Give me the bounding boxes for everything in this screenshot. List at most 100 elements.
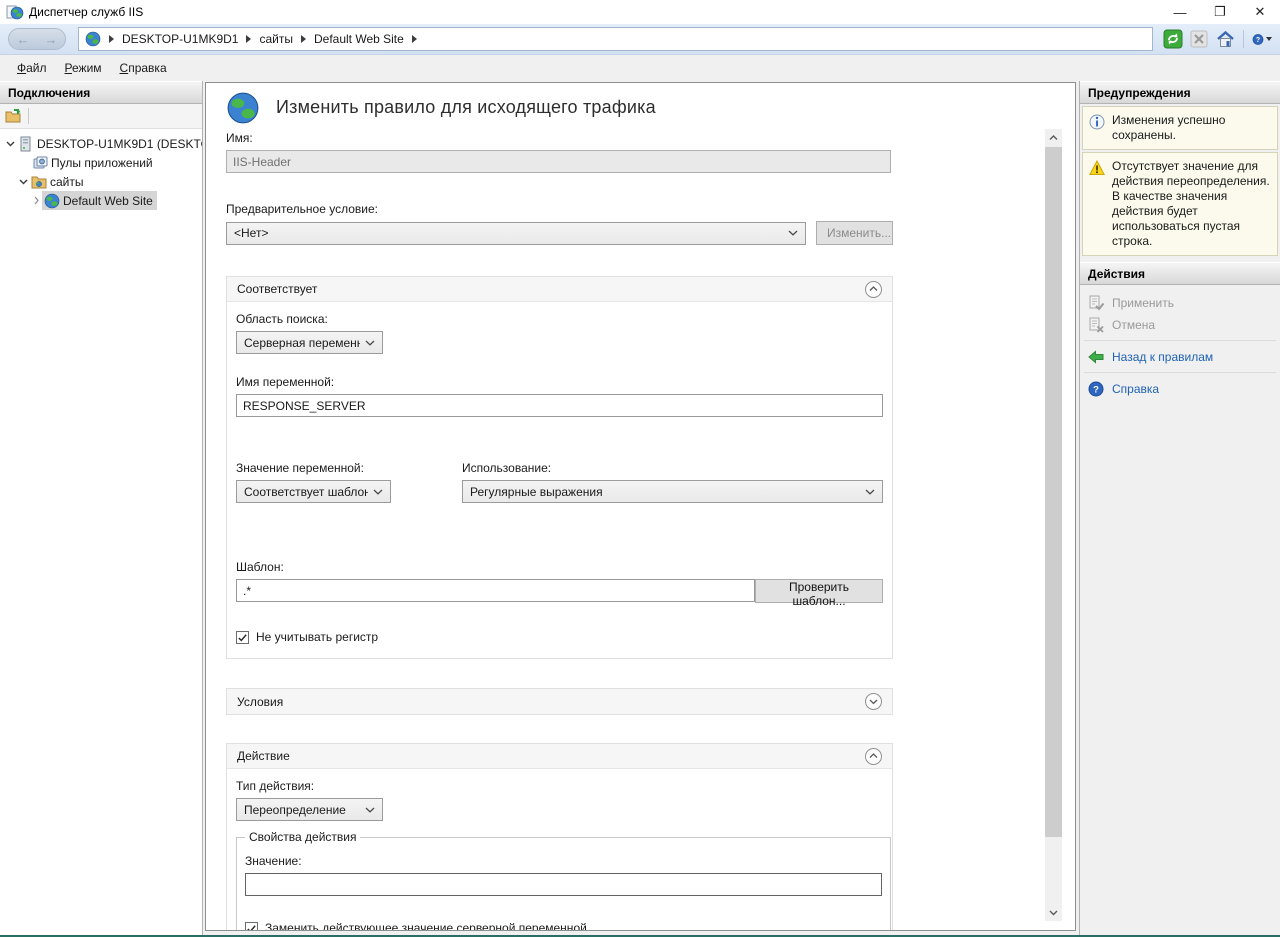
menu-file-accesskey: Ф bbox=[17, 61, 26, 75]
conditions-section-header[interactable]: Условия bbox=[227, 689, 892, 714]
menu-help[interactable]: Справка bbox=[111, 58, 176, 78]
tree-item-label: Пулы приложений bbox=[51, 156, 153, 170]
ignore-case-label: Не учитывать регистр bbox=[256, 630, 378, 644]
tree-item-default-web-site[interactable]: Default Web Site bbox=[0, 191, 202, 210]
svg-text:?: ? bbox=[1093, 384, 1099, 395]
scope-select[interactable]: Серверная переменн bbox=[236, 331, 383, 354]
expand-section-button[interactable] bbox=[865, 693, 882, 710]
usage-select[interactable]: Регулярные выражения bbox=[462, 480, 883, 503]
page-title: Изменить правило для исходящего трафика bbox=[276, 97, 656, 118]
value-label: Значение: bbox=[245, 854, 882, 868]
variable-name-field[interactable] bbox=[236, 394, 883, 417]
breadcrumb-sites[interactable]: сайты bbox=[259, 32, 293, 46]
scrollbar-thumb[interactable] bbox=[1045, 147, 1062, 837]
iis-manager-window: Диспетчер служб IIS — ❐ ✕ ← → DESKTOP-U1… bbox=[0, 0, 1280, 937]
divider bbox=[1084, 372, 1276, 373]
collapse-section-button[interactable] bbox=[865, 748, 882, 765]
precondition-value: <Нет> bbox=[234, 226, 783, 240]
breadcrumb: DESKTOP-U1MK9D1 сайты Default Web Site bbox=[78, 27, 1153, 51]
connections-toolbar bbox=[0, 104, 202, 129]
value-field[interactable] bbox=[245, 873, 882, 896]
collapse-section-button[interactable] bbox=[865, 281, 882, 298]
menu-mode[interactable]: Режим bbox=[56, 58, 111, 78]
help-button[interactable]: ? bbox=[1252, 29, 1272, 49]
edit-precondition-button[interactable]: Изменить... bbox=[816, 221, 893, 245]
stop-icon bbox=[1190, 30, 1208, 48]
action-section-header[interactable]: Действие bbox=[227, 744, 892, 769]
sites-folder-icon bbox=[31, 174, 47, 190]
refresh-icon bbox=[1163, 29, 1183, 49]
back-icon[interactable]: ← bbox=[17, 33, 30, 46]
check-icon bbox=[237, 632, 248, 643]
action-type-label: Тип действия: bbox=[236, 779, 883, 793]
chevron-down-icon bbox=[1049, 910, 1058, 916]
pattern-label: Шаблон: bbox=[236, 560, 883, 574]
chevron-down-icon[interactable] bbox=[17, 179, 29, 185]
precondition-select[interactable]: <Нет> bbox=[226, 222, 806, 245]
variable-name-label: Имя переменной: bbox=[236, 375, 883, 389]
back-forward-buttons[interactable]: ← → bbox=[8, 28, 66, 50]
app-icon bbox=[6, 4, 24, 20]
match-section-header[interactable]: Соответствует bbox=[227, 277, 892, 302]
app-pools-icon bbox=[32, 155, 48, 171]
minimize-button[interactable]: — bbox=[1160, 0, 1200, 24]
info-alert: Изменения успешно сохранены. bbox=[1082, 106, 1278, 150]
action-type-select[interactable]: Переопределение bbox=[236, 798, 383, 821]
apply-icon bbox=[1088, 295, 1104, 311]
cancel-icon bbox=[1088, 317, 1104, 333]
restore-button[interactable]: ❐ bbox=[1200, 0, 1240, 24]
pattern-field[interactable] bbox=[236, 579, 755, 602]
apply-button[interactable]: Применить bbox=[1080, 292, 1280, 313]
chevron-down-icon bbox=[373, 489, 383, 495]
scope-label: Область поиска: bbox=[236, 312, 883, 326]
name-field[interactable] bbox=[226, 150, 891, 173]
home-button[interactable] bbox=[1215, 29, 1235, 49]
chevron-down-icon bbox=[365, 340, 375, 346]
usage-value: Регулярные выражения bbox=[470, 485, 860, 499]
ignore-case-checkbox[interactable] bbox=[236, 631, 249, 644]
content-scrollbar[interactable] bbox=[1045, 129, 1062, 921]
scroll-down-button[interactable] bbox=[1045, 904, 1062, 921]
alerts-header: Предупреждения bbox=[1080, 81, 1280, 104]
menu-help-rest: правка bbox=[128, 61, 166, 75]
chevron-down-icon[interactable] bbox=[4, 141, 16, 147]
warning-icon bbox=[1089, 160, 1105, 176]
chevron-up-icon bbox=[869, 753, 878, 759]
stop-button[interactable] bbox=[1189, 29, 1209, 49]
usage-label: Использование: bbox=[462, 461, 883, 475]
variable-value-select[interactable]: Соответствует шаблону bbox=[236, 480, 391, 503]
forward-icon[interactable]: → bbox=[45, 33, 58, 46]
connections-tree: DESKTOP-U1MK9D1 (DESKTOP Пулы приложений bbox=[0, 129, 202, 935]
menu-mode-rest: ежим bbox=[72, 61, 102, 75]
tree-item-sites[interactable]: сайты bbox=[0, 172, 202, 191]
chevron-right-icon[interactable] bbox=[30, 196, 42, 205]
refresh-button[interactable] bbox=[1163, 29, 1183, 49]
menu-file[interactable]: Файл bbox=[8, 58, 56, 78]
help-link[interactable]: ? Справка bbox=[1080, 378, 1280, 399]
check-pattern-button[interactable]: Проверить шаблон... bbox=[755, 579, 883, 603]
replace-value-checkbox[interactable] bbox=[245, 922, 258, 932]
tree-item-label: сайты bbox=[50, 175, 84, 189]
save-connections-icon[interactable] bbox=[5, 108, 21, 124]
breadcrumb-site[interactable]: Default Web Site bbox=[314, 32, 404, 46]
replace-value-label: Заменить действующее значение серверной … bbox=[265, 921, 587, 931]
warning-alert: Отсутствует значение для действия переоп… bbox=[1082, 152, 1278, 256]
menu-bar: Файл Режим Справка bbox=[0, 55, 1280, 81]
selected-tree-item[interactable]: Default Web Site bbox=[42, 191, 157, 210]
cancel-button[interactable]: Отмена bbox=[1080, 314, 1280, 335]
main-content: Изменить правило для исходящего трафика … bbox=[205, 82, 1076, 931]
tree-item-server[interactable]: DESKTOP-U1MK9D1 (DESKTOP bbox=[0, 134, 202, 153]
scrollbar-track[interactable] bbox=[1045, 146, 1062, 904]
conditions-section-title: Условия bbox=[237, 695, 283, 709]
close-button[interactable]: ✕ bbox=[1240, 0, 1280, 24]
breadcrumb-server[interactable]: DESKTOP-U1MK9D1 bbox=[122, 32, 238, 46]
connections-header: Подключения bbox=[0, 81, 202, 104]
help-dropdown-caret-icon[interactable] bbox=[1266, 37, 1272, 41]
scroll-up-button[interactable] bbox=[1045, 129, 1062, 146]
menu-file-rest: айл bbox=[26, 61, 46, 75]
tree-item-app-pools[interactable]: Пулы приложений bbox=[0, 153, 202, 172]
scope-value: Серверная переменн bbox=[244, 336, 360, 350]
back-to-rules-link[interactable]: Назад к правилам bbox=[1080, 346, 1280, 367]
svg-text:?: ? bbox=[1256, 37, 1260, 44]
info-icon bbox=[1089, 114, 1105, 130]
